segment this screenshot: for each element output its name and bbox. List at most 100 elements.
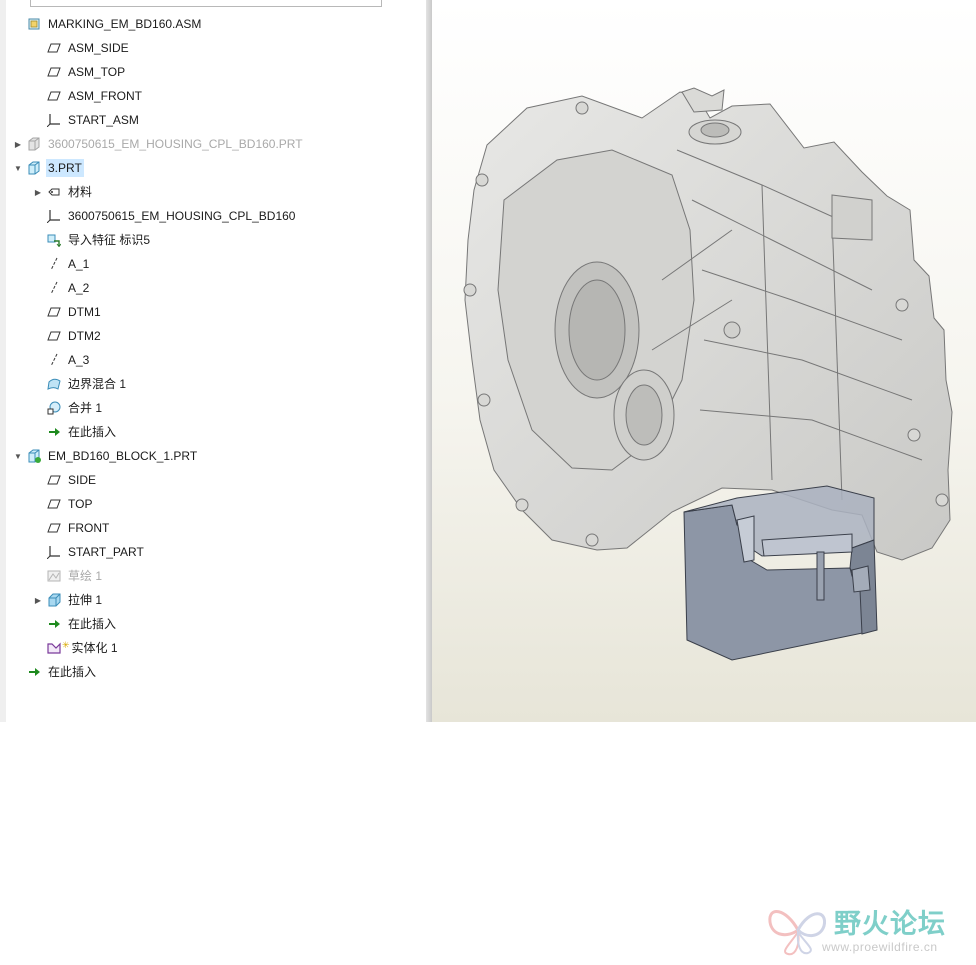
boundary-blend-icon bbox=[46, 376, 62, 392]
tree-item-label: 材料 bbox=[68, 185, 93, 199]
tree-item-label: EM_BD160_BLOCK_1.PRT bbox=[48, 449, 198, 463]
tree-item-label: 3.PRT bbox=[46, 159, 84, 177]
watermark-title: 野火论坛 bbox=[834, 909, 946, 940]
tree-item-front[interactable]: FRONT bbox=[32, 518, 111, 538]
tree-item-housing-csys[interactable]: 3600750615_EM_HOUSING_CPL_BD160 bbox=[32, 206, 297, 226]
tree-item-block-prt[interactable]: ▼ EM_BD160_BLOCK_1.PRT bbox=[12, 446, 199, 466]
tree-item-insert-here-2[interactable]: 在此插入 bbox=[32, 614, 118, 634]
tree-item-a2[interactable]: A_2 bbox=[32, 278, 91, 298]
tree-item-dtm2[interactable]: DTM2 bbox=[32, 326, 103, 346]
solidify-icon bbox=[46, 640, 62, 656]
tree-item-label: MARKING_EM_BD160.ASM bbox=[48, 17, 202, 31]
expand-arrow-icon[interactable]: ▶ bbox=[12, 134, 24, 154]
tree-item-label: 边界混合 1 bbox=[68, 377, 127, 391]
tree-item-label: 实体化 1 bbox=[71, 641, 118, 655]
tree-search-box[interactable] bbox=[30, 0, 382, 7]
part-active-icon bbox=[26, 448, 42, 464]
collapse-arrow-icon[interactable]: ▼ bbox=[12, 158, 24, 178]
part-dim-icon bbox=[26, 136, 42, 152]
tree-item-start-asm[interactable]: START_ASM bbox=[32, 110, 141, 130]
tree-item-solidify[interactable]: ✳ 实体化 1 bbox=[32, 638, 120, 658]
housing-model bbox=[463, 87, 953, 561]
tree-item-label: A_2 bbox=[68, 281, 90, 295]
tree-item-asm-side[interactable]: ASM_SIDE bbox=[32, 38, 131, 58]
3d-model-view[interactable] bbox=[432, 0, 976, 722]
model-tree-panel: MARKING_EM_BD160.ASM ASM_SIDE ASM_TOP ASM_F… bbox=[0, 0, 427, 722]
tree-item-dtm1[interactable]: DTM1 bbox=[32, 302, 103, 322]
tree-item-label: START_PART bbox=[68, 545, 144, 559]
collapse-arrow-icon[interactable]: ▼ bbox=[12, 446, 24, 466]
datum-plane-icon bbox=[46, 40, 62, 56]
tree-item-import-feature[interactable]: 导入特征 标识5 bbox=[32, 230, 152, 250]
part-icon bbox=[26, 160, 42, 176]
tree-item-root[interactable]: MARKING_EM_BD160.ASM bbox=[12, 14, 203, 34]
insert-arrow-icon bbox=[46, 424, 62, 440]
datum-plane-icon bbox=[46, 520, 62, 536]
assembly-icon bbox=[26, 16, 42, 32]
tree-item-label: 3600750615_EM_HOUSING_CPL_BD160 bbox=[68, 209, 296, 223]
tree-item-a3[interactable]: A_3 bbox=[32, 350, 91, 370]
tree-item-label: TOP bbox=[68, 497, 93, 511]
merge-icon bbox=[46, 400, 62, 416]
extrude-icon bbox=[46, 592, 62, 608]
tree-item-label: ASM_SIDE bbox=[68, 41, 129, 55]
tree-item-label: 在此插入 bbox=[68, 617, 117, 631]
tree-item-label: 草绘 1 bbox=[68, 569, 103, 583]
graphics-viewport[interactable] bbox=[432, 0, 976, 722]
sketch-icon bbox=[46, 568, 62, 584]
tree-item-label: DTM2 bbox=[68, 329, 101, 343]
tree-item-a1[interactable]: A_1 bbox=[32, 254, 91, 274]
material-icon bbox=[46, 184, 62, 200]
coordinate-system-icon bbox=[46, 112, 62, 128]
insert-arrow-icon bbox=[46, 616, 62, 632]
tree-item-material[interactable]: ▶ 材料 bbox=[32, 182, 94, 202]
tree-item-label: 合并 1 bbox=[68, 401, 103, 415]
tree-item-insert-here-3[interactable]: 在此插入 bbox=[12, 662, 98, 682]
tree-item-boundary-blend[interactable]: 边界混合 1 bbox=[32, 374, 128, 394]
datum-plane-icon bbox=[46, 328, 62, 344]
tree-item-label: ASM_TOP bbox=[68, 65, 126, 79]
tree-item-3-prt[interactable]: ▼ 3.PRT bbox=[12, 158, 84, 178]
tree-item-asm-top[interactable]: ASM_TOP bbox=[32, 62, 127, 82]
tree-item-insert-here-1[interactable]: 在此插入 bbox=[32, 422, 118, 442]
tree-item-label: 拉伸 1 bbox=[68, 593, 103, 607]
insert-arrow-icon bbox=[26, 664, 42, 680]
tree-item-sketch[interactable]: 草绘 1 bbox=[32, 566, 104, 586]
tree-item-label: 3600750615_EM_HOUSING_CPL_BD160.PRT bbox=[48, 137, 303, 151]
tree-item-label: ASM_FRONT bbox=[68, 89, 143, 103]
watermark: 野火论坛 www.proewildfire.cn bbox=[766, 896, 966, 960]
expand-arrow-icon[interactable]: ▶ bbox=[32, 590, 44, 610]
tree-item-housing-prt[interactable]: ▶ 3600750615_EM_HOUSING_CPL_BD160.PRT bbox=[12, 134, 305, 154]
datum-plane-icon bbox=[46, 496, 62, 512]
tree-left-strip bbox=[0, 0, 6, 722]
datum-plane-icon bbox=[46, 88, 62, 104]
datum-axis-icon bbox=[46, 352, 62, 368]
tree-item-label: START_ASM bbox=[68, 113, 139, 127]
expand-arrow-icon[interactable]: ▶ bbox=[32, 182, 44, 202]
tree-item-label: 在此插入 bbox=[68, 425, 117, 439]
tree-item-label: DTM1 bbox=[68, 305, 101, 319]
tree-item-top[interactable]: TOP bbox=[32, 494, 94, 514]
tree-item-side[interactable]: SIDE bbox=[32, 470, 98, 490]
tree-item-asm-front[interactable]: ASM_FRONT bbox=[32, 86, 144, 106]
tree-item-start-part[interactable]: START_PART bbox=[32, 542, 146, 562]
tree-item-label: A_1 bbox=[68, 257, 90, 271]
tree-item-extrude[interactable]: ▶ 拉伸 1 bbox=[32, 590, 104, 610]
tree-item-merge[interactable]: 合并 1 bbox=[32, 398, 104, 418]
